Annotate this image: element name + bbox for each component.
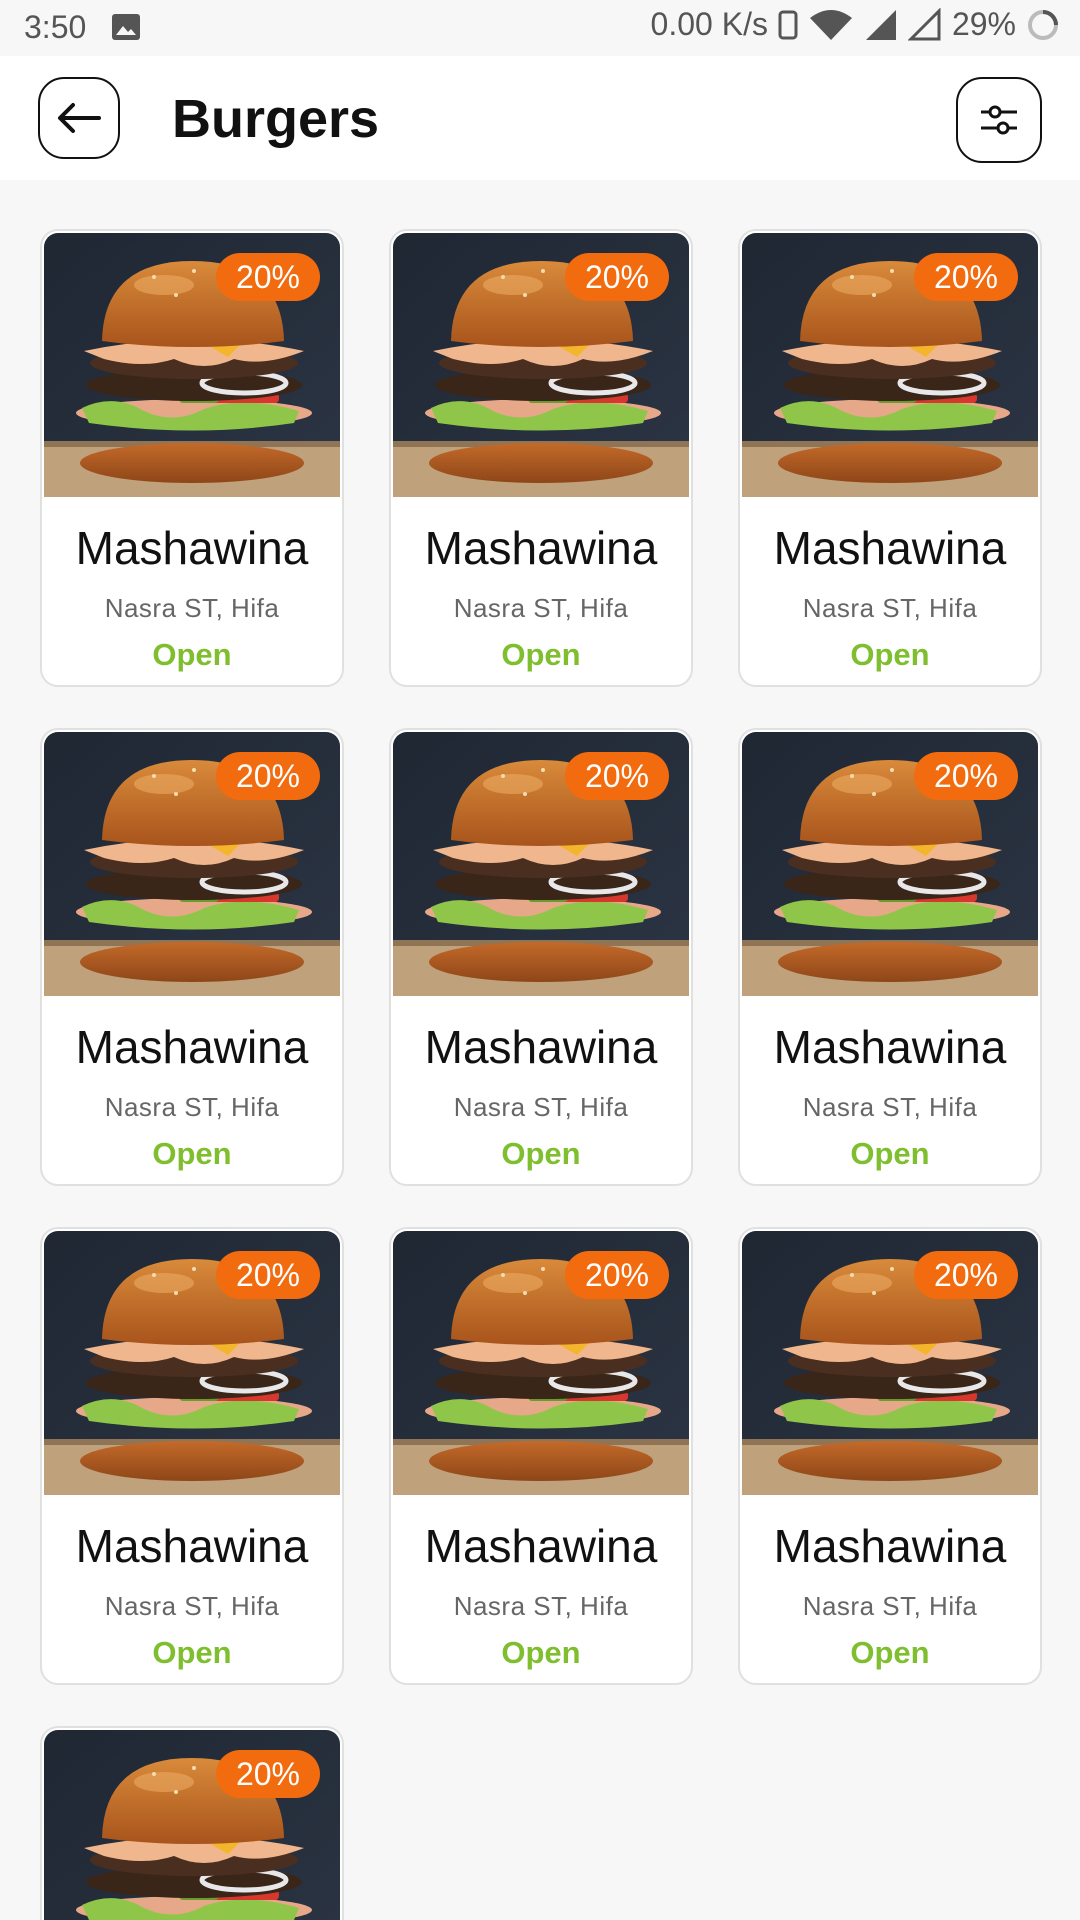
open-status: Open [152, 1635, 232, 1670]
discount-badge: 20% [215, 1251, 320, 1299]
restaurant-card[interactable]: 20% Mashawina Nasra ST, Hifa Open [389, 1227, 693, 1685]
app-bar: Burgers [0, 56, 1080, 180]
battery-percent: 29% [951, 6, 1016, 42]
restaurant-address: Nasra ST, Hifa [104, 1092, 280, 1122]
restaurant-name: Mashawina [773, 522, 1007, 574]
restaurant-address: Nasra ST, Hifa [802, 593, 978, 623]
restaurant-name: Mashawina [75, 1021, 309, 1073]
filter-button[interactable] [956, 77, 1042, 163]
open-status: Open [850, 1136, 930, 1171]
gallery-icon [112, 14, 140, 40]
restaurant-name: Mashawina [75, 522, 309, 574]
restaurant-address: Nasra ST, Hifa [453, 593, 629, 623]
restaurant-card[interactable]: 20% Mashawina Nasra ST, Hifa Open [389, 229, 693, 687]
restaurant-address: Nasra ST, Hifa [802, 1092, 978, 1122]
discount-badge: 20% [913, 1251, 1018, 1299]
discount-badge: 20% [215, 752, 320, 800]
discount-badge: 20% [913, 253, 1018, 301]
restaurant-card[interactable]: 20% Mashawina Nasra ST, Hifa Open [738, 728, 1042, 1186]
restaurant-card[interactable]: 20% Mashawina Nasra ST, Hifa Open [738, 1227, 1042, 1685]
restaurant-address: Nasra ST, Hifa [453, 1591, 629, 1621]
discount-badge: 20% [564, 752, 669, 800]
restaurant-card[interactable]: 20% Mashawina Nasra ST, Hifa Open [40, 1227, 344, 1685]
arrow-left-icon [58, 103, 101, 133]
restaurant-address: Nasra ST, Hifa [104, 593, 280, 623]
phone-icon [778, 10, 798, 39]
restaurant-card[interactable]: 20% Mashawina Nasra ST, Hifa Open [738, 229, 1042, 687]
network-speed: 0.00 K/s [650, 6, 768, 42]
open-status: Open [850, 1635, 930, 1670]
wifi-icon [809, 9, 852, 40]
status-bar: 3:50 0.00 K/s 29% [0, 0, 1080, 56]
back-button[interactable] [38, 77, 120, 159]
battery-icon [1028, 9, 1058, 40]
restaurant-name: Mashawina [773, 1021, 1007, 1073]
open-status: Open [152, 1136, 232, 1171]
discount-badge: 20% [564, 253, 669, 301]
restaurant-name: Mashawina [424, 1520, 658, 1572]
restaurant-card[interactable]: 20% Mashawina Nasra ST, Hifa Open [40, 229, 344, 687]
status-time: 3:50 [24, 9, 87, 45]
restaurant-name: Mashawina [75, 1520, 309, 1572]
discount-badge: 20% [215, 253, 320, 301]
discount-badge: 20% [913, 752, 1018, 800]
signal-icon [865, 9, 896, 40]
open-status: Open [501, 1635, 581, 1670]
restaurant-address: Nasra ST, Hifa [802, 1591, 978, 1621]
discount-badge: 20% [215, 1750, 320, 1798]
restaurant-name: Mashawina [424, 1021, 658, 1073]
restaurant-name: Mashawina [424, 522, 658, 574]
filter-sliders-icon [981, 105, 1017, 135]
restaurant-address: Nasra ST, Hifa [453, 1092, 629, 1122]
open-status: Open [501, 637, 581, 672]
discount-badge: 20% [564, 1251, 669, 1299]
open-status: Open [850, 637, 930, 672]
page-title: Burgers [172, 89, 380, 149]
restaurant-name: Mashawina [773, 1520, 1007, 1572]
open-status: Open [152, 637, 232, 672]
restaurant-card[interactable]: 20% Mashawina Nasra ST, Hifa Open [40, 728, 344, 1186]
signal-empty-icon [907, 7, 941, 40]
restaurant-card[interactable]: 20% [40, 1726, 344, 1920]
restaurant-card[interactable]: 20% Mashawina Nasra ST, Hifa Open [389, 728, 693, 1186]
restaurant-address: Nasra ST, Hifa [104, 1591, 280, 1621]
open-status: Open [501, 1136, 581, 1171]
